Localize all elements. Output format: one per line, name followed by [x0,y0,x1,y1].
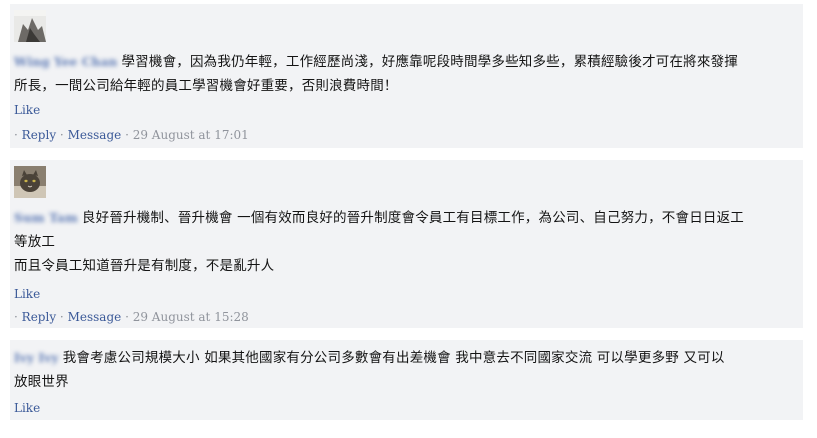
message-link[interactable]: Message [68,310,122,324]
author-name[interactable]: Wing Yee Chan [14,50,117,74]
timestamp[interactable]: 29 August at 15:28 [133,310,249,324]
separator-dot: · [125,310,129,324]
separator-dot: · [14,310,18,324]
separator-dot: · [59,128,64,142]
separator-dot: · [125,128,129,142]
avatar[interactable] [14,10,46,42]
user-photo-icon [14,10,46,42]
comment-text-line: 我會考慮公司規模大小 如果其他國家有分公司多數會有出差機會 我中意去不同國家交流… [62,350,725,366]
comment-meta: · Reply · Message · 29 August at 17:01 [14,128,249,142]
reply-link[interactable]: Reply [22,128,56,142]
timestamp[interactable]: 29 August at 17:01 [133,128,249,142]
comment-item: Wing Yee Chan 學習機會，因為我仍年輕，工作經歷尚淺，好應靠呢段時間學… [10,4,803,148]
comment-meta: · Reply · Message · 29 August at 15:28 [14,310,249,324]
separator-dot: · [59,310,64,324]
like-link[interactable]: Like [14,103,40,117]
like-link[interactable]: Like [14,287,40,301]
comment-item: Ivy Ivy 我會考慮公司規模大小 如果其他國家有分公司多數會有出差機會 我中意… [10,340,803,420]
comment-item: Sum Tam 良好晉升機制、晉升機會 一個有效而良好的晉升制度會令員工有目標工作… [10,160,803,328]
like-link[interactable]: Like [14,401,40,415]
comment-text-line: 等放工 [14,234,56,250]
comment-text-line: 而且令員工知道晉升是有制度，不是亂升人 [14,258,275,274]
separator-dot: · [14,128,18,142]
comment-text-line: 良好晉升機制、晉升機會 一個有效而良好的晉升制度會令員工有目標工作，為公司、自己… [81,210,745,226]
comment-text: Sum Tam 良好晉升機制、晉升機會 一個有效而良好的晉升制度會令員工有目標工作… [14,206,802,278]
author-name[interactable]: Ivy Ivy [14,346,59,370]
avatar[interactable] [14,166,46,198]
comment-text-line: 放眼世界 [14,374,69,390]
message-link[interactable]: Message [68,128,122,142]
comment-text-line: 學習機會，因為我仍年輕，工作經歷尚淺，好應靠呢段時間學多些知多些，累積經驗後才可… [121,54,738,70]
comment-text-line: 所長，一間公司給年輕的員工學習機會好重要，否則浪費時間！ [14,78,398,94]
author-name[interactable]: Sum Tam [14,206,78,230]
comment-text: Wing Yee Chan 學習機會，因為我仍年輕，工作經歷尚淺，好應靠呢段時間學… [14,50,794,98]
cat-photo-icon [14,166,46,198]
comment-text: Ivy Ivy 我會考慮公司規模大小 如果其他國家有分公司多數會有出差機會 我中意… [14,346,789,394]
reply-link[interactable]: Reply [22,310,56,324]
